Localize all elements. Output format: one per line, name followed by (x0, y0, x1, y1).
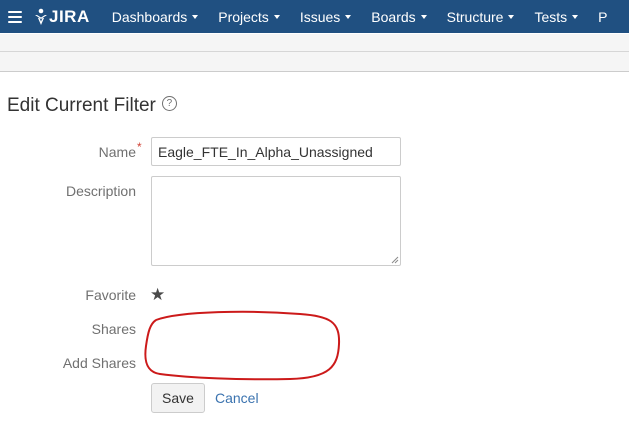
chevron-down-icon (420, 14, 427, 19)
nav-boards[interactable]: Boards (371, 8, 427, 25)
nav-label: Structure (446, 8, 504, 25)
divider (0, 51, 629, 52)
favorite-label: Favorite (85, 287, 136, 303)
nav-dashboards[interactable]: Dashboards (112, 9, 199, 25)
favorite-star-icon[interactable]: ★ (150, 285, 165, 305)
nav-issues[interactable]: Issues (299, 8, 352, 25)
chevron-down-icon (192, 14, 199, 19)
help-icon[interactable]: ? (161, 95, 177, 111)
jira-logo-text: JIRA (49, 6, 90, 26)
name-field[interactable] (151, 137, 401, 166)
save-button[interactable]: Save (151, 383, 205, 413)
red-circle-annotation (144, 310, 341, 381)
shares-label: Shares (91, 321, 136, 337)
menu-icon[interactable] (8, 10, 22, 23)
nav-tests[interactable]: Tests (534, 8, 579, 25)
page-title-text: Edit Current Filter (7, 95, 156, 116)
nav-label: Projects (218, 8, 269, 25)
nav-structure[interactable]: Structure (447, 9, 515, 25)
nav-truncated-item[interactable]: P (598, 9, 607, 25)
page-title: Edit Current Filter ? (7, 95, 177, 117)
cancel-link[interactable]: Cancel (215, 390, 259, 406)
name-label: Name * (0, 140, 142, 160)
name-label-text: Name (98, 144, 136, 160)
top-navigation-bar: JIRA Dashboards Projects Issues Boards S… (0, 0, 629, 33)
add-shares-label: Add Shares (62, 355, 136, 371)
jira-logo[interactable]: JIRA (34, 7, 90, 27)
nav-label: Issues (299, 8, 341, 25)
secondary-toolbar (0, 33, 629, 72)
nav-label: Boards (371, 8, 416, 25)
resize-grip-icon[interactable] (391, 256, 399, 264)
nav-label: P (598, 8, 608, 25)
chevron-down-icon (345, 14, 352, 19)
nav-projects[interactable]: Projects (218, 9, 280, 25)
chevron-down-icon (273, 14, 280, 19)
nav-label: Tests (534, 8, 568, 25)
nav-label: Dashboards (111, 8, 188, 25)
description-label: Description (65, 183, 136, 199)
required-marker: * (137, 140, 142, 154)
jira-logo-icon (35, 8, 47, 25)
chevron-down-icon (572, 14, 579, 19)
divider (0, 71, 629, 72)
chevron-down-icon (508, 14, 515, 19)
description-field[interactable] (151, 176, 401, 266)
